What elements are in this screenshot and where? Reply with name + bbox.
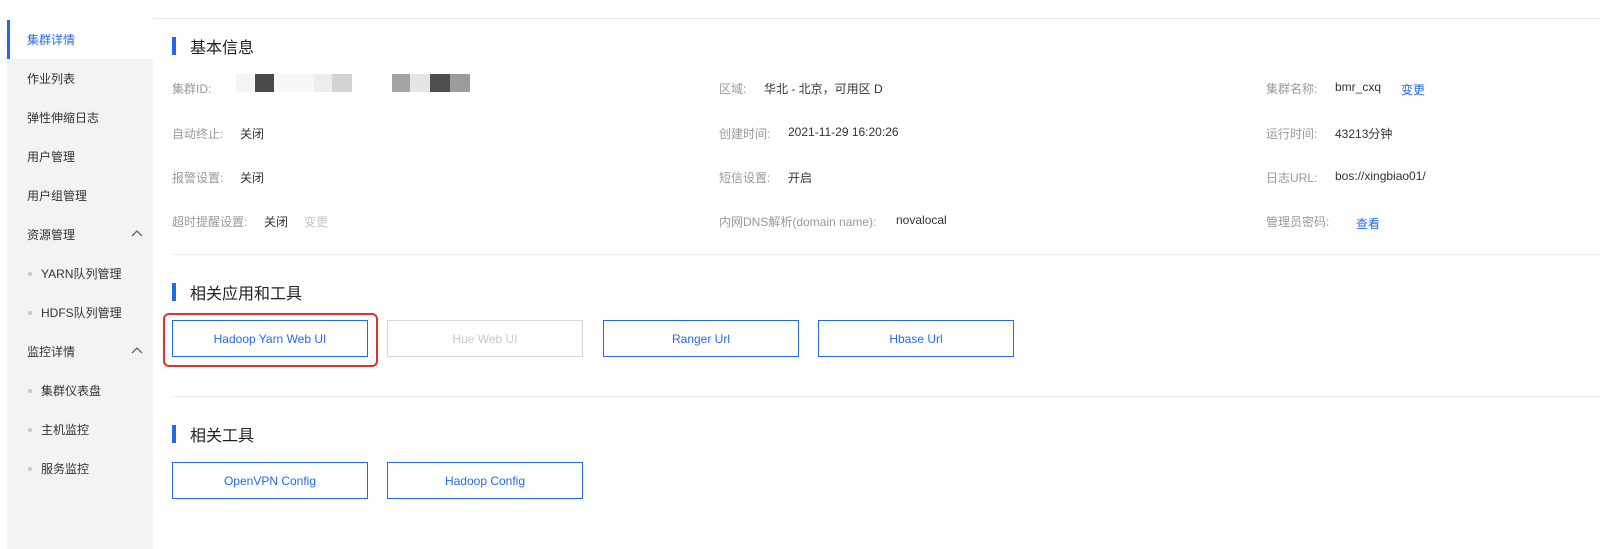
redaction-block bbox=[410, 74, 430, 92]
bullet-icon bbox=[28, 428, 32, 432]
section-divider bbox=[172, 254, 1600, 255]
bullet-icon bbox=[28, 311, 32, 315]
hbase-url-button[interactable]: Hbase Url bbox=[818, 320, 1014, 357]
section-title-basic-info: 基本信息 bbox=[172, 37, 255, 57]
redaction-block bbox=[274, 74, 314, 92]
sidebar-item-label: 集群仪表盘 bbox=[41, 384, 102, 398]
sidebar-item-user-management[interactable]: 用户管理 bbox=[7, 137, 153, 176]
hadoop-config-button[interactable]: Hadoop Config bbox=[387, 462, 583, 499]
redaction-block bbox=[314, 74, 332, 92]
log-url-value: bos://xingbiao01/ bbox=[1335, 169, 1426, 183]
sidebar-item-label: HDFS队列管理 bbox=[41, 306, 122, 320]
section-title-apps: 相关应用和工具 bbox=[172, 283, 303, 303]
timeout-change-link[interactable]: 变更 bbox=[304, 213, 328, 230]
sms-value: 开启 bbox=[788, 171, 813, 185]
sidebar-item-label: YARN队列管理 bbox=[41, 267, 122, 281]
sidebar-item-cluster-dashboard[interactable]: 集群仪表盘 bbox=[7, 371, 153, 410]
sidebar-item-label: 资源管理 bbox=[27, 228, 76, 242]
bullet-icon bbox=[28, 272, 32, 276]
timeout-value: 关闭 bbox=[264, 215, 289, 229]
openvpn-config-button[interactable]: OpenVPN Config bbox=[172, 462, 368, 499]
redaction-block bbox=[392, 74, 410, 92]
section-title-text: 基本信息 bbox=[190, 40, 255, 57]
redaction-block bbox=[255, 74, 274, 92]
sidebar-item-label: 监控详情 bbox=[27, 345, 76, 359]
sidebar-item-usergroup-management[interactable]: 用户组管理 bbox=[7, 176, 153, 215]
timeout-label: 超时提醒设置: bbox=[172, 215, 248, 229]
sidebar-item-service-monitor[interactable]: 服务监控 bbox=[7, 449, 153, 488]
section-title-text: 相关应用和工具 bbox=[190, 286, 303, 303]
bullet-icon bbox=[28, 467, 32, 471]
alarm-value: 关闭 bbox=[240, 171, 265, 185]
redaction-block bbox=[430, 74, 450, 92]
sidebar-item-label: 服务监控 bbox=[41, 462, 90, 476]
sidebar-item-label: 用户管理 bbox=[27, 150, 76, 164]
region-label: 区域: bbox=[719, 82, 747, 96]
admin-password-label: 管理员密码: bbox=[1266, 215, 1330, 229]
sidebar-item-monitoring[interactable]: 监控详情 bbox=[7, 332, 153, 371]
hue-web-ui-button[interactable]: Hue Web UI bbox=[387, 320, 583, 357]
ranger-url-button[interactable]: Ranger Url bbox=[603, 320, 799, 357]
region-value: 华北 - 北京，可用区 D bbox=[764, 82, 883, 96]
run-time-label: 运行时间: bbox=[1266, 127, 1318, 141]
sidebar-item-job-list[interactable]: 作业列表 bbox=[7, 59, 153, 98]
cluster-name-change-link[interactable]: 变更 bbox=[1401, 81, 1425, 98]
sidebar-item-label: 主机监控 bbox=[41, 423, 90, 437]
sidebar-item-resource-management[interactable]: 资源管理 bbox=[7, 215, 153, 254]
run-time-value: 43213分钟 bbox=[1335, 127, 1393, 141]
log-url-label: 日志URL: bbox=[1266, 171, 1318, 185]
create-time-label: 创建时间: bbox=[719, 127, 771, 141]
sidebar-item-label: 弹性伸缩日志 bbox=[27, 111, 100, 125]
create-time-value: 2021-11-29 16:20:26 bbox=[788, 125, 899, 139]
bullet-icon bbox=[28, 389, 32, 393]
sidebar-item-autoscale-log[interactable]: 弹性伸缩日志 bbox=[7, 98, 153, 137]
redaction-block bbox=[332, 74, 352, 92]
cluster-id-label: 集群ID: bbox=[172, 82, 212, 96]
section-divider bbox=[172, 396, 1600, 397]
section-title-text: 相关工具 bbox=[190, 428, 255, 445]
chevron-up-icon[interactable] bbox=[131, 228, 143, 240]
dns-value: novalocal bbox=[896, 213, 947, 227]
sidebar-item-label: 作业列表 bbox=[27, 72, 76, 86]
section-title-tools: 相关工具 bbox=[172, 425, 255, 445]
auto-stop-value: 关闭 bbox=[240, 127, 265, 141]
sidebar-item-host-monitor[interactable]: 主机监控 bbox=[7, 410, 153, 449]
sidebar-item-yarn-queue[interactable]: YARN队列管理 bbox=[7, 254, 153, 293]
sidebar-item-cluster-detail[interactable]: 集群详情 bbox=[7, 20, 153, 59]
sidebar: 集群详情 作业列表 弹性伸缩日志 用户管理 用户组管理 资源管理 YARN队列管… bbox=[7, 20, 153, 549]
cluster-name-value: bmr_cxq bbox=[1335, 80, 1382, 94]
redaction-block bbox=[450, 74, 470, 92]
dns-label: 内网DNS解析(domain name): bbox=[719, 215, 877, 229]
auto-stop-label: 自动终止: bbox=[172, 127, 224, 141]
cluster-detail-page: 集群详情 作业列表 弹性伸缩日志 用户管理 用户组管理 资源管理 YARN队列管… bbox=[0, 0, 1600, 549]
sidebar-item-hdfs-queue[interactable]: HDFS队列管理 bbox=[7, 293, 153, 332]
chevron-up-icon[interactable] bbox=[131, 345, 143, 357]
sms-label: 短信设置: bbox=[719, 171, 771, 185]
hadoop-yarn-web-ui-button[interactable]: Hadoop Yarn Web UI bbox=[172, 320, 368, 357]
sidebar-item-label: 集群详情 bbox=[27, 33, 76, 47]
cluster-name-label: 集群名称: bbox=[1266, 82, 1318, 96]
redaction-block bbox=[236, 74, 254, 92]
alarm-label: 报警设置: bbox=[172, 171, 224, 185]
admin-password-view-link[interactable]: 查看 bbox=[1356, 215, 1380, 232]
top-divider bbox=[153, 18, 1600, 19]
sidebar-item-label: 用户组管理 bbox=[27, 189, 88, 203]
